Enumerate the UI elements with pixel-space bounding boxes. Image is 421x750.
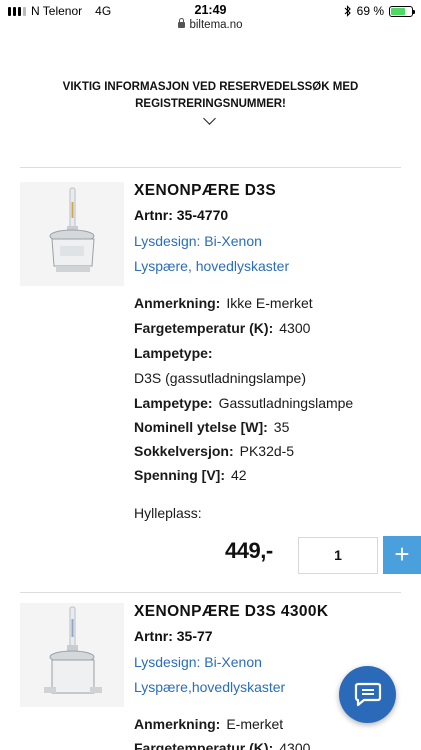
product-category-link[interactable]: Lyspære, hovedlyskaster (134, 258, 289, 274)
product-article-number: Artnr: 35-4770 (134, 207, 229, 223)
divider (20, 592, 401, 593)
shelf-location-label: Hylleplass: (134, 505, 202, 521)
product-title[interactable]: XENONPÆRE D3S (134, 182, 276, 200)
spec-value: 35 (273, 419, 290, 435)
spec-row: Nominell ytelse [W]: 35 (134, 419, 289, 435)
quantity-input[interactable]: 1 (298, 537, 378, 574)
spec-label: Anmerkning: (134, 716, 221, 732)
spec-row: Sokkelversjon: PK32d-5 (134, 443, 294, 459)
url-bar[interactable]: biltema.no (0, 18, 421, 31)
spec-value: D3S (gassutladningslampe) (134, 370, 306, 386)
spec-value: 4300 (279, 320, 311, 336)
spec-label: Sokkelversjon: (134, 443, 234, 459)
product-category-link[interactable]: Lysdesign: Bi-Xenon (134, 233, 262, 249)
product-category-link[interactable]: Lysdesign: Bi-Xenon (134, 654, 262, 670)
chat-bubble-icon (354, 682, 381, 706)
lock-icon (178, 18, 186, 28)
spec-value: 4300 (279, 740, 311, 750)
spec-label: Lampetype: (134, 395, 213, 411)
battery-icon (389, 5, 415, 17)
spec-value: E-merket (226, 716, 284, 732)
spec-row: Anmerkning: E-merket (134, 716, 283, 732)
spec-value: Gassutladningslampe (218, 395, 354, 411)
xenon-bulb-image (20, 182, 124, 286)
spec-label: Nominell ytelse [W]: (134, 419, 268, 435)
reg-number-info-banner[interactable]: VIKTIG INFORMASJON VED RESERVEDELSSØK ME… (20, 79, 401, 113)
spec-label: Fargetemperatur (K): (134, 740, 274, 750)
status-right: 69 % (344, 4, 415, 18)
spec-label: Fargetemperatur (K): (134, 320, 274, 336)
url-domain: biltema.no (189, 19, 243, 31)
spec-row: Fargetemperatur (K): 4300 (134, 740, 310, 750)
product-image[interactable] (20, 603, 124, 707)
product-price: 449,- (225, 538, 273, 563)
spec-row: Lampetype: Gassutladningslampe (134, 395, 353, 411)
product-category-link[interactable]: Lyspære,hovedlyskaster (134, 679, 285, 695)
spec-row: Spenning [V]: 42 (134, 467, 247, 483)
product-image[interactable] (20, 182, 124, 286)
xenon-bulb-image (20, 603, 124, 707)
spec-value: 42 (231, 467, 247, 483)
chevron-down-icon[interactable] (203, 112, 216, 125)
divider (20, 167, 401, 168)
info-banner-line-1: VIKTIG INFORMASJON VED RESERVEDELSSØK ME… (62, 81, 359, 93)
spec-label: Anmerkning: (134, 295, 221, 311)
spec-value: Ikke E-merket (226, 295, 313, 311)
spec-row: Anmerkning: Ikke E-merket (134, 295, 313, 311)
spec-row: D3S (gassutladningslampe) (134, 370, 306, 386)
product-card: XENONPÆRE D3S Artnr: 35-4770 Lysdesign: … (20, 182, 421, 582)
battery-percent: 69 % (356, 4, 384, 18)
spec-row: Fargetemperatur (K): 4300 (134, 320, 310, 336)
chat-button[interactable] (339, 666, 396, 723)
spec-label: Lampetype: (134, 345, 213, 361)
spec-value: PK32d-5 (239, 443, 295, 459)
spec-label: Spenning [V]: (134, 467, 225, 483)
info-banner-line-2: REGISTRERINGSNUMMER! (135, 98, 286, 110)
spec-row: Lampetype: (134, 345, 219, 361)
add-to-cart-button[interactable]: + (383, 536, 421, 574)
bluetooth-icon (344, 5, 351, 17)
product-article-number: Artnr: 35-77 (134, 628, 213, 644)
product-title[interactable]: XENONPÆRE D3S 4300K (134, 603, 329, 621)
